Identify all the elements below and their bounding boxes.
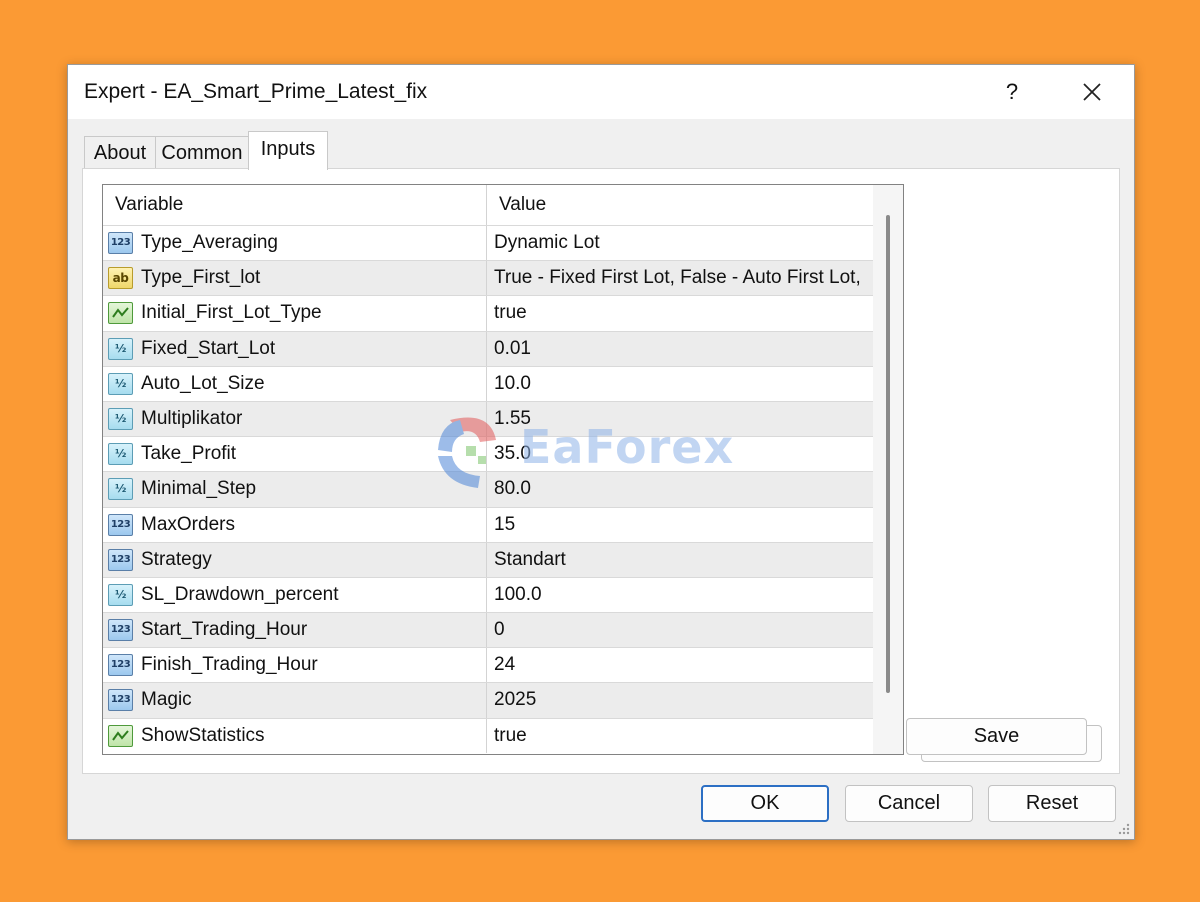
value-cell[interactable]: 15: [487, 508, 873, 542]
resize-grip-icon[interactable]: [1118, 823, 1130, 835]
table-row[interactable]: ½ Minimal_Step 80.0: [103, 471, 873, 507]
variable-name: Type_First_lot: [141, 267, 261, 289]
value-cell[interactable]: 80.0: [487, 472, 873, 506]
table-row[interactable]: Initial_First_Lot_Type true: [103, 295, 873, 331]
inputs-tab-panel: Variable Value 123 Type_Averaging Dynamic …: [82, 168, 1120, 774]
value-cell[interactable]: True - Fixed First Lot, False - Auto Fir…: [487, 261, 873, 295]
ok-button[interactable]: OK: [701, 785, 829, 822]
value-cell[interactable]: 35.0: [487, 437, 873, 471]
string-type-icon: ab: [108, 267, 133, 290]
variable-name: Take_Profit: [141, 443, 237, 465]
table-row[interactable]: 123 Magic 2025: [103, 682, 873, 718]
inputs-grid: Variable Value 123 Type_Averaging Dynamic …: [102, 184, 904, 755]
variable-cell: 123 Start_Trading_Hour: [103, 613, 487, 648]
value-cell[interactable]: 100.0: [487, 578, 873, 612]
variable-name: Type_Averaging: [141, 232, 278, 253]
value-cell[interactable]: true: [487, 296, 873, 330]
table-row[interactable]: 123 MaxOrders 15: [103, 506, 873, 542]
title-bar: Expert - EA_Smart_Prime_Latest_fix ?: [68, 65, 1134, 119]
double-type-icon: ½: [108, 372, 133, 395]
vertical-scrollbar[interactable]: [873, 185, 903, 754]
variable-name: Auto_Lot_Size: [141, 372, 265, 394]
value-cell[interactable]: 24: [487, 648, 873, 682]
variable-cell: ½ Minimal_Step: [103, 472, 487, 507]
variable-cell: 123 Strategy: [103, 542, 487, 577]
int-type-icon: 123: [108, 513, 133, 536]
double-type-icon: ½: [108, 337, 133, 360]
value-cell[interactable]: Dynamic Lot: [487, 226, 873, 260]
tab-inputs[interactable]: Inputs: [248, 131, 328, 170]
variable-name: MaxOrders: [141, 513, 235, 535]
variable-name: SL_Drawdown_percent: [141, 583, 339, 605]
double-type-icon: ½: [108, 583, 133, 606]
int-type-icon: 123: [108, 619, 133, 642]
table-row[interactable]: ½ Fixed_Start_Lot 0.01: [103, 330, 873, 366]
variable-cell: Initial_First_Lot_Type: [103, 296, 487, 331]
column-header-value[interactable]: Value: [487, 185, 873, 225]
variable-cell: 123 Type_Averaging: [103, 226, 487, 261]
variable-name: Strategy: [141, 548, 212, 570]
variable-cell: ShowStatistics: [103, 718, 487, 753]
variable-cell: ½ Take_Profit: [103, 437, 487, 472]
value-cell[interactable]: 0.01: [487, 332, 873, 366]
table-row[interactable]: 123 Start_Trading_Hour 0: [103, 612, 873, 648]
int-type-icon: 123: [108, 548, 133, 571]
tab-about[interactable]: About: [84, 136, 156, 169]
table-row[interactable]: 123 Strategy Standart: [103, 541, 873, 577]
double-type-icon: ½: [108, 443, 133, 466]
table-row[interactable]: ShowStatistics true: [103, 717, 873, 753]
variable-cell: ab Type_First_lot: [103, 261, 487, 296]
variable-cell: 123 MaxOrders: [103, 507, 487, 542]
value-cell[interactable]: 10.0: [487, 367, 873, 401]
variable-cell: ½ Auto_Lot_Size: [103, 366, 487, 401]
value-cell[interactable]: 2025: [487, 683, 873, 717]
scrollbar-thumb[interactable]: [886, 215, 890, 693]
variable-name: Start_Trading_Hour: [141, 619, 308, 641]
variable-name: Minimal_Step: [141, 478, 257, 500]
cancel-button[interactable]: Cancel: [845, 785, 973, 822]
grid-header: Variable Value: [103, 185, 873, 225]
int-type-icon: 123: [108, 232, 133, 254]
table-row[interactable]: 123 Type_Averaging Dynamic Lot: [103, 225, 873, 261]
variable-cell: 123 Magic: [103, 683, 487, 718]
variable-name: Fixed_Start_Lot: [141, 337, 276, 359]
value-cell[interactable]: 0: [487, 613, 873, 647]
close-button[interactable]: [1068, 73, 1116, 111]
double-type-icon: ½: [108, 478, 133, 501]
window-title: Expert - EA_Smart_Prime_Latest_fix: [84, 80, 428, 103]
reset-button[interactable]: Reset: [988, 785, 1116, 822]
grid-rows: 123 Type_Averaging Dynamic Lot ab Type_First…: [103, 225, 873, 753]
variable-cell: 123 Finish_Trading_Hour: [103, 648, 487, 683]
expert-properties-dialog: Expert - EA_Smart_Prime_Latest_fix ? Abo…: [67, 64, 1135, 840]
table-row[interactable]: ½ SL_Drawdown_percent 100.0: [103, 576, 873, 613]
variable-cell: ½ Multiplikator: [103, 401, 487, 437]
value-cell[interactable]: Standart: [487, 543, 873, 577]
table-row[interactable]: ½ Take_Profit 35.0: [103, 436, 873, 472]
variable-name: Initial_First_Lot_Type: [141, 302, 322, 324]
table-row[interactable]: ½ Multiplikator 1.55: [103, 400, 873, 437]
table-row[interactable]: ab Type_First_lot True - Fixed First Lot, …: [103, 260, 873, 296]
double-type-icon: ½: [108, 407, 133, 430]
bool-type-icon: [108, 724, 133, 747]
variable-name: Magic: [141, 689, 192, 711]
int-type-icon: 123: [108, 689, 133, 712]
variable-name: Finish_Trading_Hour: [141, 654, 318, 676]
column-header-variable[interactable]: Variable: [103, 185, 487, 225]
help-button[interactable]: ?: [990, 73, 1034, 111]
table-row[interactable]: ½ Auto_Lot_Size 10.0: [103, 365, 873, 401]
variable-name: ShowStatistics: [141, 724, 265, 746]
bool-type-icon: [108, 302, 133, 325]
variable-cell: ½ SL_Drawdown_percent: [103, 577, 487, 613]
value-cell[interactable]: 1.55: [487, 402, 873, 436]
close-icon: [1083, 83, 1101, 101]
tab-common[interactable]: Common: [155, 136, 249, 169]
variable-name: Multiplikator: [141, 407, 243, 429]
variable-cell: ½ Fixed_Start_Lot: [103, 331, 487, 366]
save-button[interactable]: Save: [906, 718, 1087, 755]
int-type-icon: 123: [108, 654, 133, 677]
value-cell[interactable]: true: [487, 719, 873, 753]
table-row[interactable]: 123 Finish_Trading_Hour 24: [103, 647, 873, 683]
